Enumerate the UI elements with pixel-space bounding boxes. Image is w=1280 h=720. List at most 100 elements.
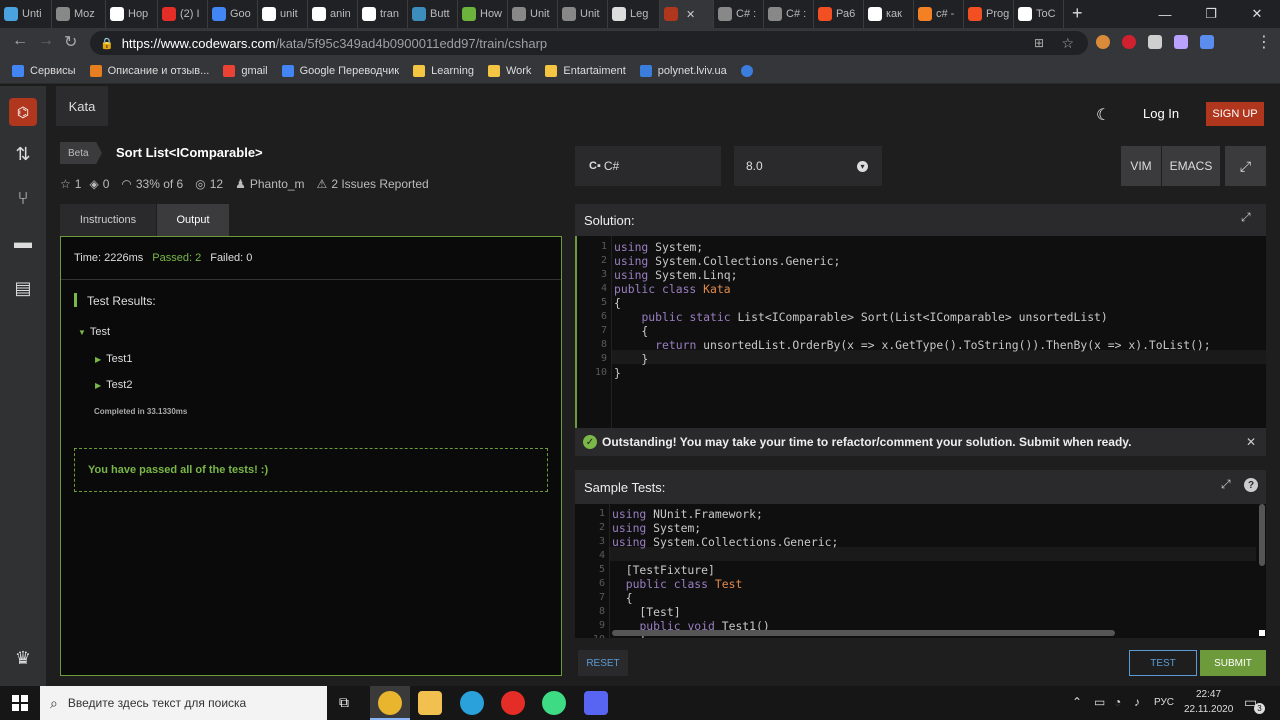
browser-tab[interactable]: ✕ [660,0,714,28]
browser-tab[interactable]: C# : [714,0,764,28]
bookmark-item[interactable]: Описание и отзыв... [89,64,209,77]
submit-button[interactable]: SUBMIT [1200,650,1266,676]
language-select[interactable]: C▪ C# [575,146,721,186]
section-label[interactable]: Kata [56,86,108,126]
maximize-button[interactable]: ❐ [1188,0,1234,28]
file-explorer-icon[interactable] [418,691,442,715]
forward-arrow-icon[interactable]: → [38,32,54,50]
cookie-extension-icon[interactable] [1096,35,1110,49]
test-group[interactable]: ▼ Test [78,326,110,338]
signup-button[interactable]: SIGN UP [1206,102,1264,126]
docs-icon[interactable]: ▤ [11,276,35,300]
windows-start-icon[interactable] [12,695,28,711]
browser-tab[interactable]: unit [258,0,308,28]
close-banner-icon[interactable]: ✕ [1246,435,1256,449]
clock-time[interactable]: 22:47 [1196,689,1221,700]
telegram-app-icon[interactable] [460,691,484,715]
vertical-scrollbar[interactable] [1259,504,1265,566]
browser-tab[interactable]: Hop [106,0,158,28]
browser-tab[interactable]: Moz [52,0,106,28]
bookmark-item[interactable]: Google Переводчик [281,64,399,77]
vim-mode-button[interactable]: VIM [1121,146,1161,186]
codewars-logo-icon[interactable]: ⌬ [9,98,37,126]
reload-icon[interactable]: ↻ [64,32,77,52]
task-view-icon[interactable]: ⧉ [339,694,349,711]
browser-tab[interactable]: Unti [0,0,52,28]
bookmark-item[interactable]: polynet.lviv.ua [639,64,727,77]
horizontal-scrollbar[interactable] [612,630,1115,636]
menu-dots-icon[interactable]: ⋮ [1256,32,1272,52]
discord-app-icon[interactable] [584,691,608,715]
browser-tab[interactable]: Leg [608,0,660,28]
browser-tab[interactable]: anin [308,0,358,28]
tab-label: tran [380,8,399,20]
browser-tab[interactable]: Unit [558,0,608,28]
browser-tab[interactable]: Prog [964,0,1014,28]
android-app-icon[interactable] [542,691,566,715]
browser-tab[interactable]: How [458,0,508,28]
test-button[interactable]: TEST [1129,650,1197,676]
address-bar[interactable]: 🔒 https://www.codewars.com /kata/5f95c34… [90,31,1088,55]
bookmark-star-icon[interactable]: ☆ [1061,35,1074,52]
browser-tab[interactable]: Butt [408,0,458,28]
sample-tests-title: Sample Tests: [584,480,666,495]
bookmark-item[interactable]: gmail [223,64,268,77]
volume-icon[interactable]: ♪ [1134,695,1140,709]
tab-output[interactable]: Output [157,204,229,236]
test-item-2[interactable]: ▶ Test2 [95,379,132,391]
browser-tab[interactable]: (2) I [158,0,208,28]
taskbar-search[interactable]: ⌕ Введите здесь текст для поиска [40,686,327,720]
browser-tab[interactable]: Unit [508,0,558,28]
hierarchy-icon[interactable]: ⑂ [11,186,35,210]
reset-button[interactable]: RESET [578,650,628,676]
test-item-1[interactable]: ▶ Test1 [95,353,132,365]
reader-extension-icon[interactable] [1174,35,1188,49]
translate-icon[interactable]: ⊞ [1034,36,1044,50]
kata-author[interactable]: Phanto_m [250,177,305,191]
close-tab-icon[interactable]: ✕ [686,8,695,21]
tab-instructions[interactable]: Instructions [60,204,156,236]
expand-editor-icon[interactable]: ⤢ [1241,210,1251,225]
leaderboard-trophy-icon[interactable]: ♛ [11,646,35,670]
browser-tab[interactable]: как [864,0,914,28]
tray-chevron-up-icon[interactable]: ⌃ [1072,695,1082,709]
back-arrow-icon[interactable]: ← [12,32,28,50]
bookmark-item[interactable]: Work [487,64,531,77]
adblock-extension-icon[interactable] [1122,35,1136,49]
download-extension-icon[interactable] [1148,35,1162,49]
help-icon[interactable]: ? [1244,478,1258,492]
input-language[interactable]: РУС [1154,697,1174,708]
chrome-app-icon[interactable] [378,691,402,715]
new-tab-button[interactable]: + [1064,0,1091,28]
sample-tests-editor[interactable]: 1 2 3 4 5 6 7 8 9 10 using NUnit.Framework; using… [575,504,1266,638]
youtube-music-icon[interactable] [501,691,525,715]
issues-link[interactable]: 2 Issues Reported [331,177,428,191]
expand-tests-icon[interactable]: ⤢ [1221,477,1231,492]
close-window-button[interactable]: ✕ [1234,0,1280,28]
bookmark-item[interactable]: Entartaiment [545,64,626,77]
fullscreen-icon[interactable]: ⤢ [1225,146,1266,186]
login-link[interactable]: Log In [1143,106,1179,121]
browser-tab[interactable]: Goo [208,0,258,28]
dark-mode-moon-icon[interactable]: ☾ [1096,105,1110,125]
browser-tab[interactable]: Ра6 [814,0,864,28]
discussion-icon[interactable]: ▬ [11,230,35,254]
browser-tab[interactable]: ToC [1014,0,1064,28]
battery-icon[interactable]: ▭ [1094,695,1105,709]
solution-editor[interactable]: 1 2 3 4 5 6 7 8 9 10 using System; using System.C… [575,236,1266,428]
emacs-mode-button[interactable]: EMACS [1162,146,1220,186]
puzzle-extensions-icon[interactable] [1200,35,1214,49]
extra-bookmark-icon[interactable] [740,64,753,77]
wifi-icon[interactable]: ◔ [1114,695,1121,709]
minimize-button[interactable]: — [1142,0,1188,28]
collection-icon[interactable]: ◈ [89,177,98,191]
browser-tab[interactable]: C# : [764,0,814,28]
version-select[interactable]: 8.0 ▾ [734,146,882,186]
bookmark-item[interactable]: Сервисы [12,64,76,77]
browser-tab[interactable]: tran [358,0,408,28]
browser-tab[interactable]: c# - [914,0,964,28]
practice-icon[interactable]: ⇅ [11,142,35,166]
clock-date[interactable]: 22.11.2020 [1184,704,1233,715]
star-icon[interactable]: ☆ [60,177,71,191]
bookmark-item[interactable]: Learning [413,64,474,77]
